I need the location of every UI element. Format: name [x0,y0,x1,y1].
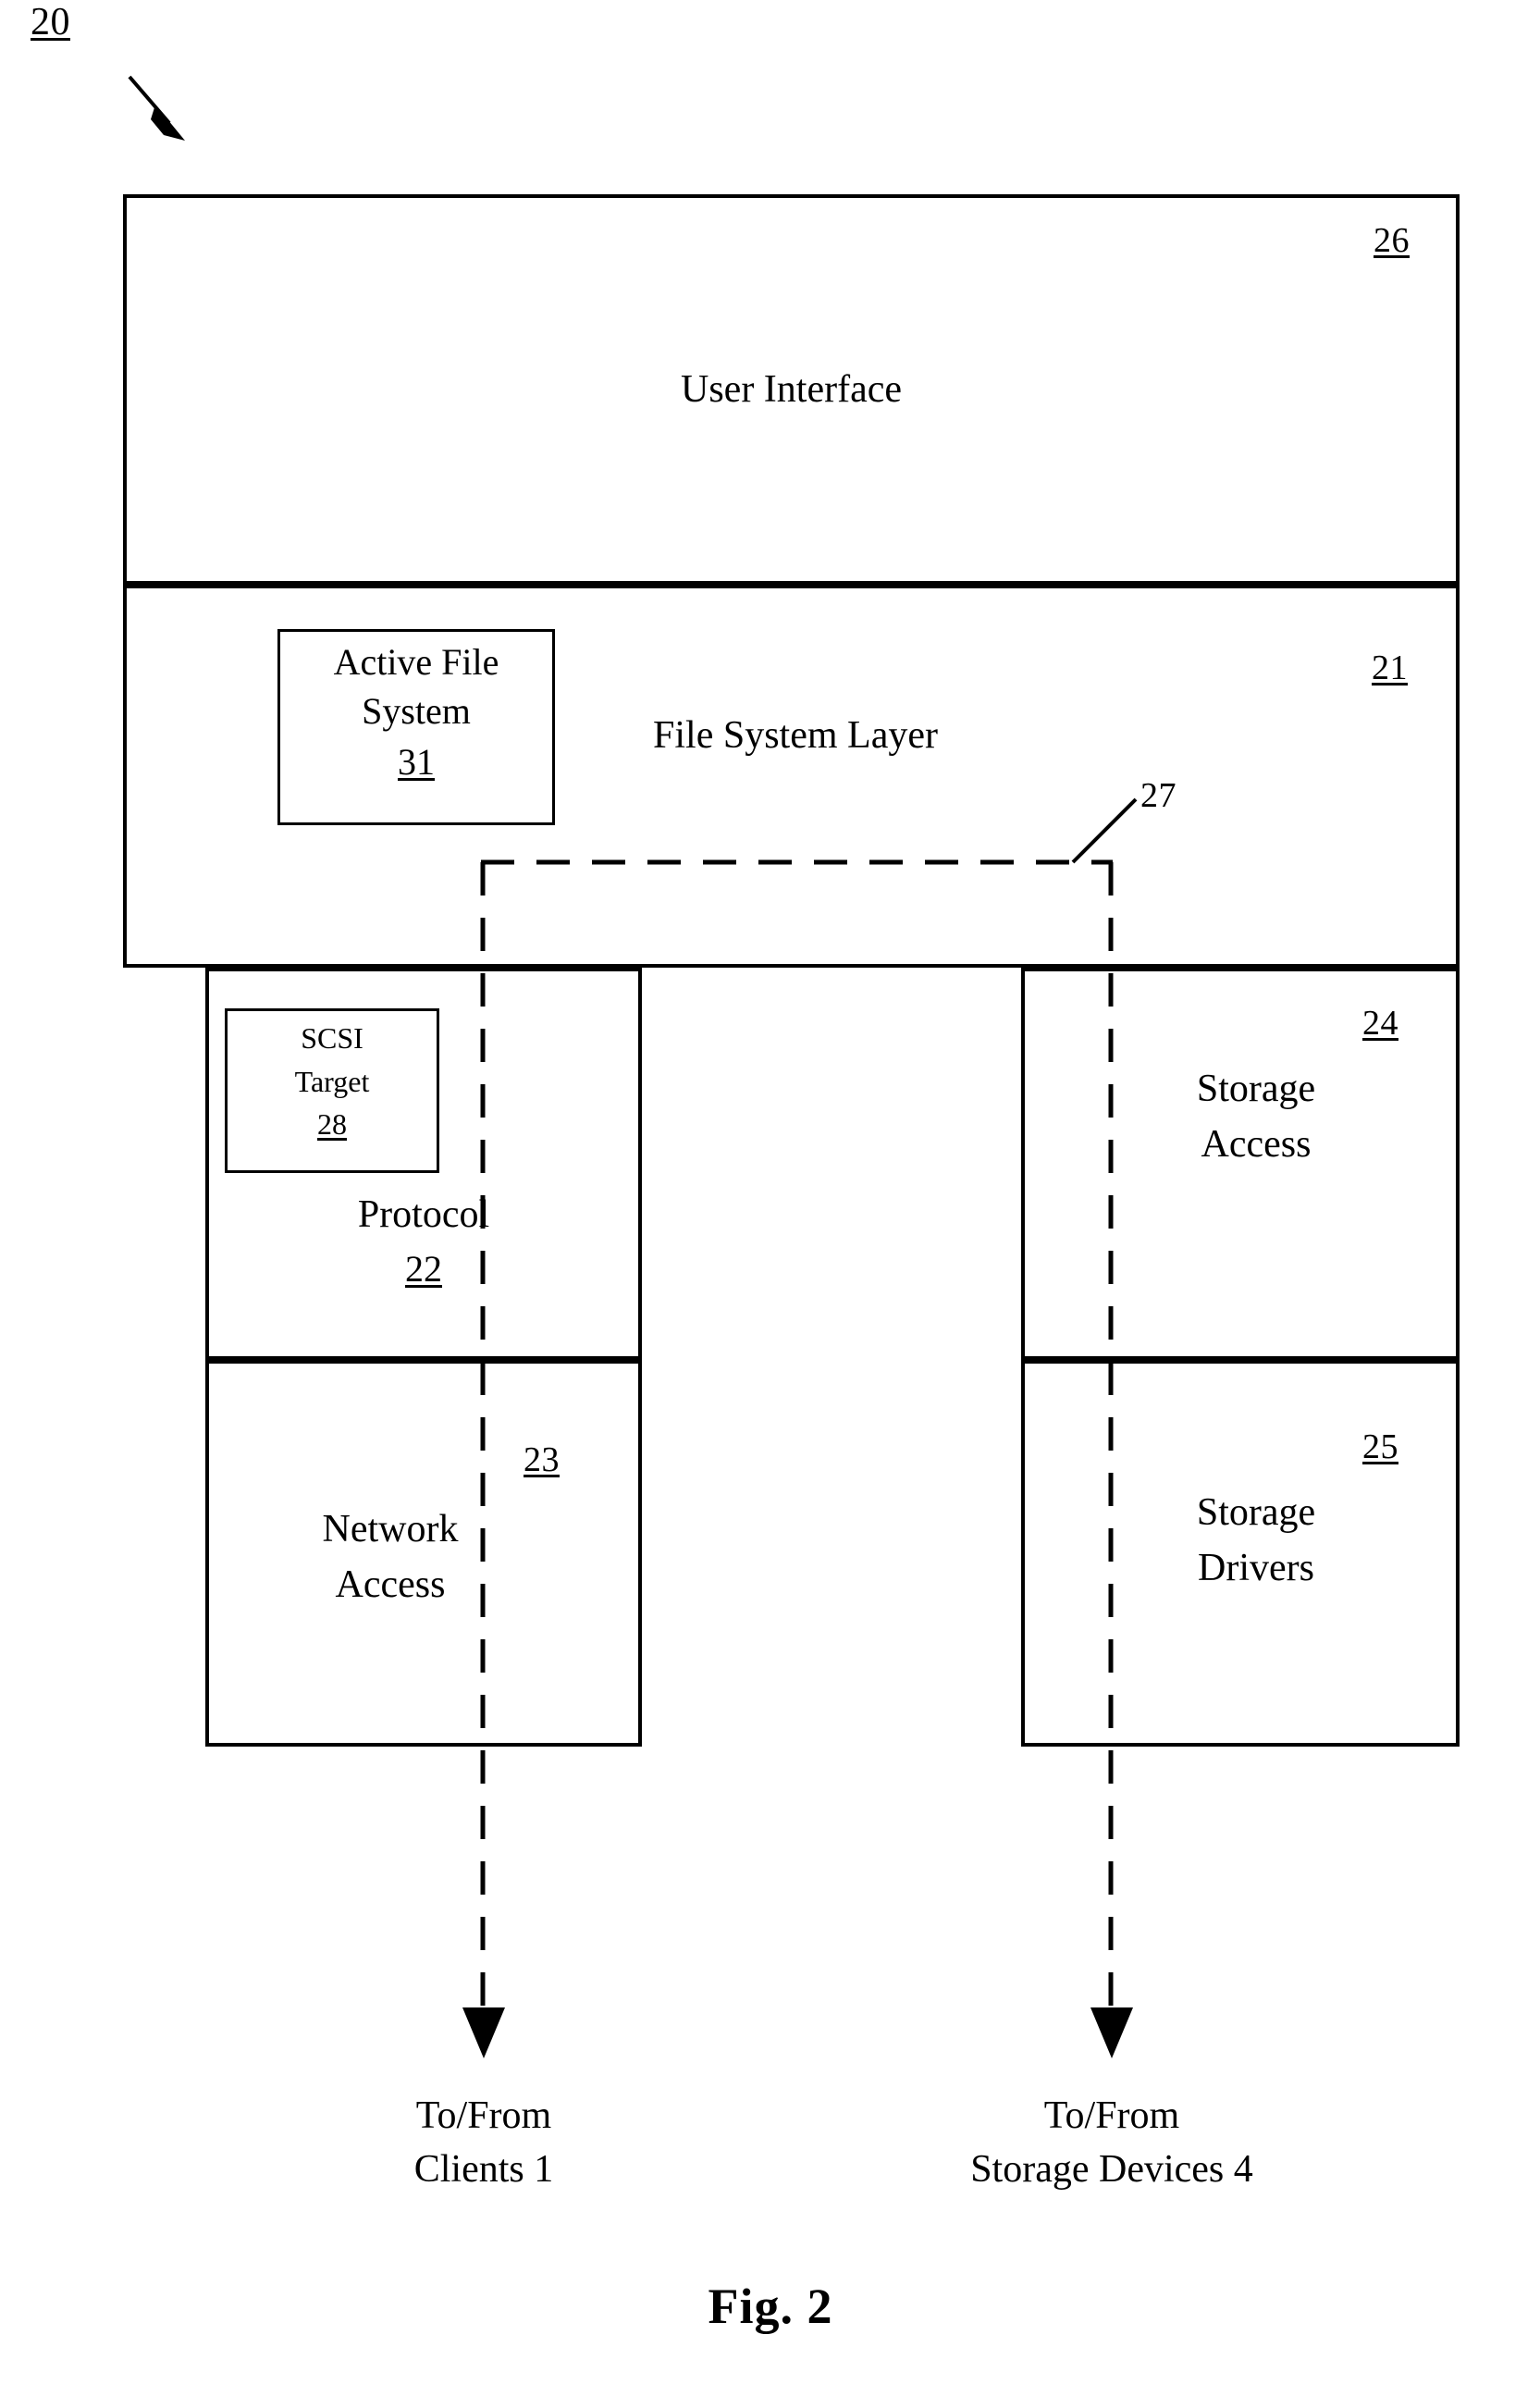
overall-ref-leader-arrow [128,75,185,141]
storage-devices-arrowhead [1090,2007,1133,2058]
connector-ref-27: 27 [1140,776,1177,815]
active-file-system-ref-31: 31 [398,741,435,783]
storage-access-ref-24: 24 [1362,1004,1398,1043]
storage-drivers-ref-25: 25 [1362,1427,1398,1466]
active-file-system-label-line2: System [362,690,471,732]
network-access-label-line1: Network [322,1508,459,1550]
user-interface-ref-26: 26 [1374,221,1410,260]
protocol-label: Protocol [357,1193,490,1236]
storage-devices-endpoint-line1: To/From [1043,2094,1180,2137]
clients-endpoint-line2: Clients 1 [413,2148,554,2191]
storage-access-label-line1: Storage [1196,1068,1316,1110]
clients-arrowhead [462,2007,505,2058]
active-file-system-label-line1: Active File [333,641,499,683]
figure-caption: Fig. 2 [708,2279,833,2334]
storage-devices-endpoint-line2: Storage Devices 4 [970,2148,1253,2191]
user-interface-label: User Interface [681,368,902,411]
network-access-label-line2: Access [335,1563,446,1606]
scsi-target-label-line2: Target [294,1065,370,1098]
storage-access-label-line2: Access [1201,1123,1312,1166]
storage-drivers-label-line1: Storage [1196,1491,1316,1534]
overall-ref-20: 20 [31,1,70,43]
patent-figure-page: 20 26 User Interface 21 File System Laye [0,0,1540,2384]
clients-endpoint-line1: To/From [415,2094,552,2137]
file-system-layer-ref-21: 21 [1372,648,1408,687]
file-system-layer-label: File System Layer [653,714,938,757]
network-access-ref-23: 23 [524,1440,560,1479]
scsi-target-label-line1: SCSI [301,1021,363,1055]
protocol-ref-22: 22 [405,1248,442,1290]
scsi-target-ref-28: 28 [317,1107,347,1141]
storage-drivers-label-line2: Drivers [1198,1547,1314,1589]
